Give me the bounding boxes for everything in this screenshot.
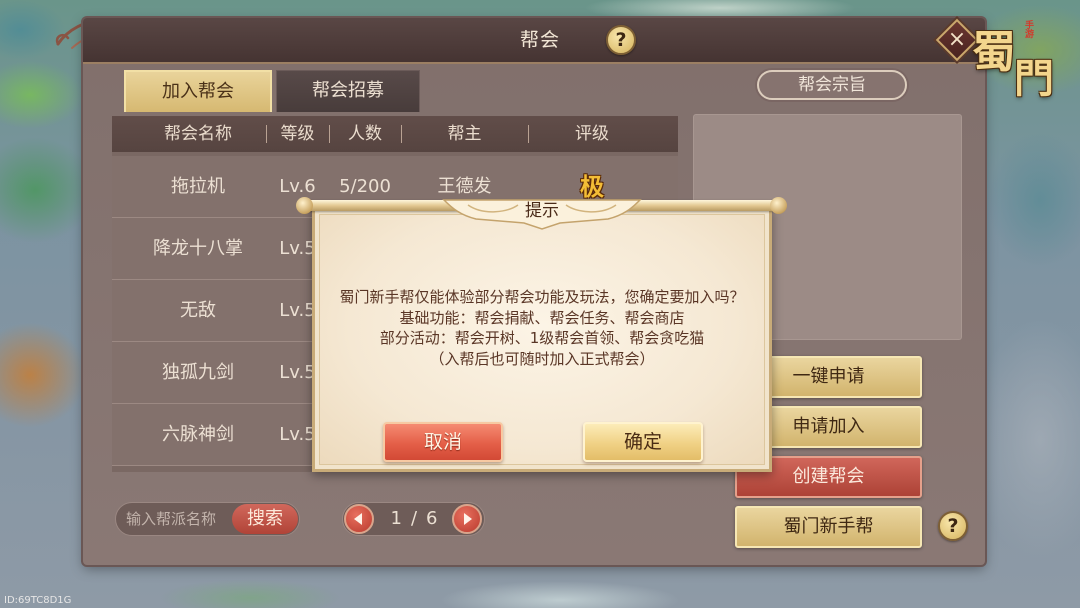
guild-search: 搜索 bbox=[115, 502, 300, 536]
confirm-button[interactable]: 确定 bbox=[583, 422, 703, 462]
tab-join-guild[interactable]: 加入帮会 bbox=[124, 70, 272, 112]
confirm-dialog: 蜀门新手帮仅能体验部分帮会功能及玩法，您确定要加入吗？ 基础功能：帮会捐献、帮会… bbox=[296, 197, 787, 477]
column-header-name: 帮会名称 bbox=[164, 124, 232, 144]
column-header-rating: 评级 bbox=[575, 124, 609, 144]
logo-seal: 手游 bbox=[1023, 20, 1033, 38]
guild-name: 六脉神剑 bbox=[162, 424, 234, 445]
pagination: 1 / 6 bbox=[342, 502, 485, 536]
guild-name: 独孤九剑 bbox=[162, 362, 234, 383]
build-id-label: ID:69TC8D1G bbox=[4, 595, 72, 606]
title-bar: 帮会 ? bbox=[83, 18, 985, 64]
rod-end-left bbox=[296, 197, 313, 214]
guild-purpose-button[interactable]: 帮会宗旨 bbox=[757, 70, 907, 100]
logo-char-bottom: 門 bbox=[1014, 55, 1054, 102]
search-button[interactable]: 搜索 bbox=[232, 504, 298, 534]
logo-char-top: 蜀 bbox=[972, 27, 1016, 78]
help-icon[interactable]: ? bbox=[938, 511, 968, 541]
guild-name: 拖拉机 bbox=[171, 176, 225, 197]
guild-table-header: 帮会名称 等级 人数 帮主 评级 bbox=[112, 116, 678, 152]
page-indicator: 1 / 6 bbox=[377, 503, 451, 535]
arrow-right-icon bbox=[464, 513, 472, 525]
page-separator: / bbox=[410, 508, 418, 529]
cancel-button[interactable]: 取消 bbox=[383, 422, 503, 462]
dialog-line: （入帮后也可随时加入正式帮会） bbox=[429, 349, 655, 368]
guild-name: 无敌 bbox=[180, 300, 216, 321]
dialog-line: 基础功能：帮会捐献、帮会任务、帮会商店 bbox=[399, 308, 685, 327]
dialog-title: 提示 bbox=[525, 201, 559, 221]
column-header-members: 人数 bbox=[348, 124, 382, 144]
arrow-left-icon bbox=[354, 513, 362, 525]
game-logo: 蜀 手游 門 bbox=[970, 14, 1065, 102]
current-page: 1 bbox=[390, 508, 402, 529]
column-header-level: 等级 bbox=[280, 124, 315, 144]
prev-page-button[interactable] bbox=[344, 504, 374, 534]
next-page-button[interactable] bbox=[452, 504, 482, 534]
newbie-guild-button[interactable]: 蜀门新手帮 bbox=[735, 506, 922, 548]
close-icon: × bbox=[947, 27, 967, 52]
search-input[interactable] bbox=[126, 503, 234, 535]
help-icon[interactable]: ? bbox=[606, 25, 636, 55]
column-header-leader: 帮主 bbox=[447, 124, 482, 144]
page-title: 帮会 bbox=[519, 29, 560, 51]
tab-guild-recruit[interactable]: 帮会招募 bbox=[276, 70, 420, 112]
dialog-line: 蜀门新手帮仅能体验部分帮会功能及玩法，您确定要加入吗？ bbox=[339, 288, 745, 306]
dialog-message: 蜀门新手帮仅能体验部分帮会功能及玩法，您确定要加入吗？ 基础功能：帮会捐献、帮会… bbox=[315, 287, 769, 369]
dialog-line: 部分活动：帮会开树、1级帮会首领、帮会贪吃猫 bbox=[379, 329, 705, 347]
total-pages: 6 bbox=[426, 508, 438, 529]
guild-name: 降龙十八掌 bbox=[153, 238, 243, 259]
dialog-title-banner: 提示 bbox=[440, 197, 644, 231]
dialog-body: 蜀门新手帮仅能体验部分帮会功能及玩法，您确定要加入吗？ 基础功能：帮会捐献、帮会… bbox=[312, 207, 772, 472]
rod-end-right bbox=[770, 197, 787, 214]
